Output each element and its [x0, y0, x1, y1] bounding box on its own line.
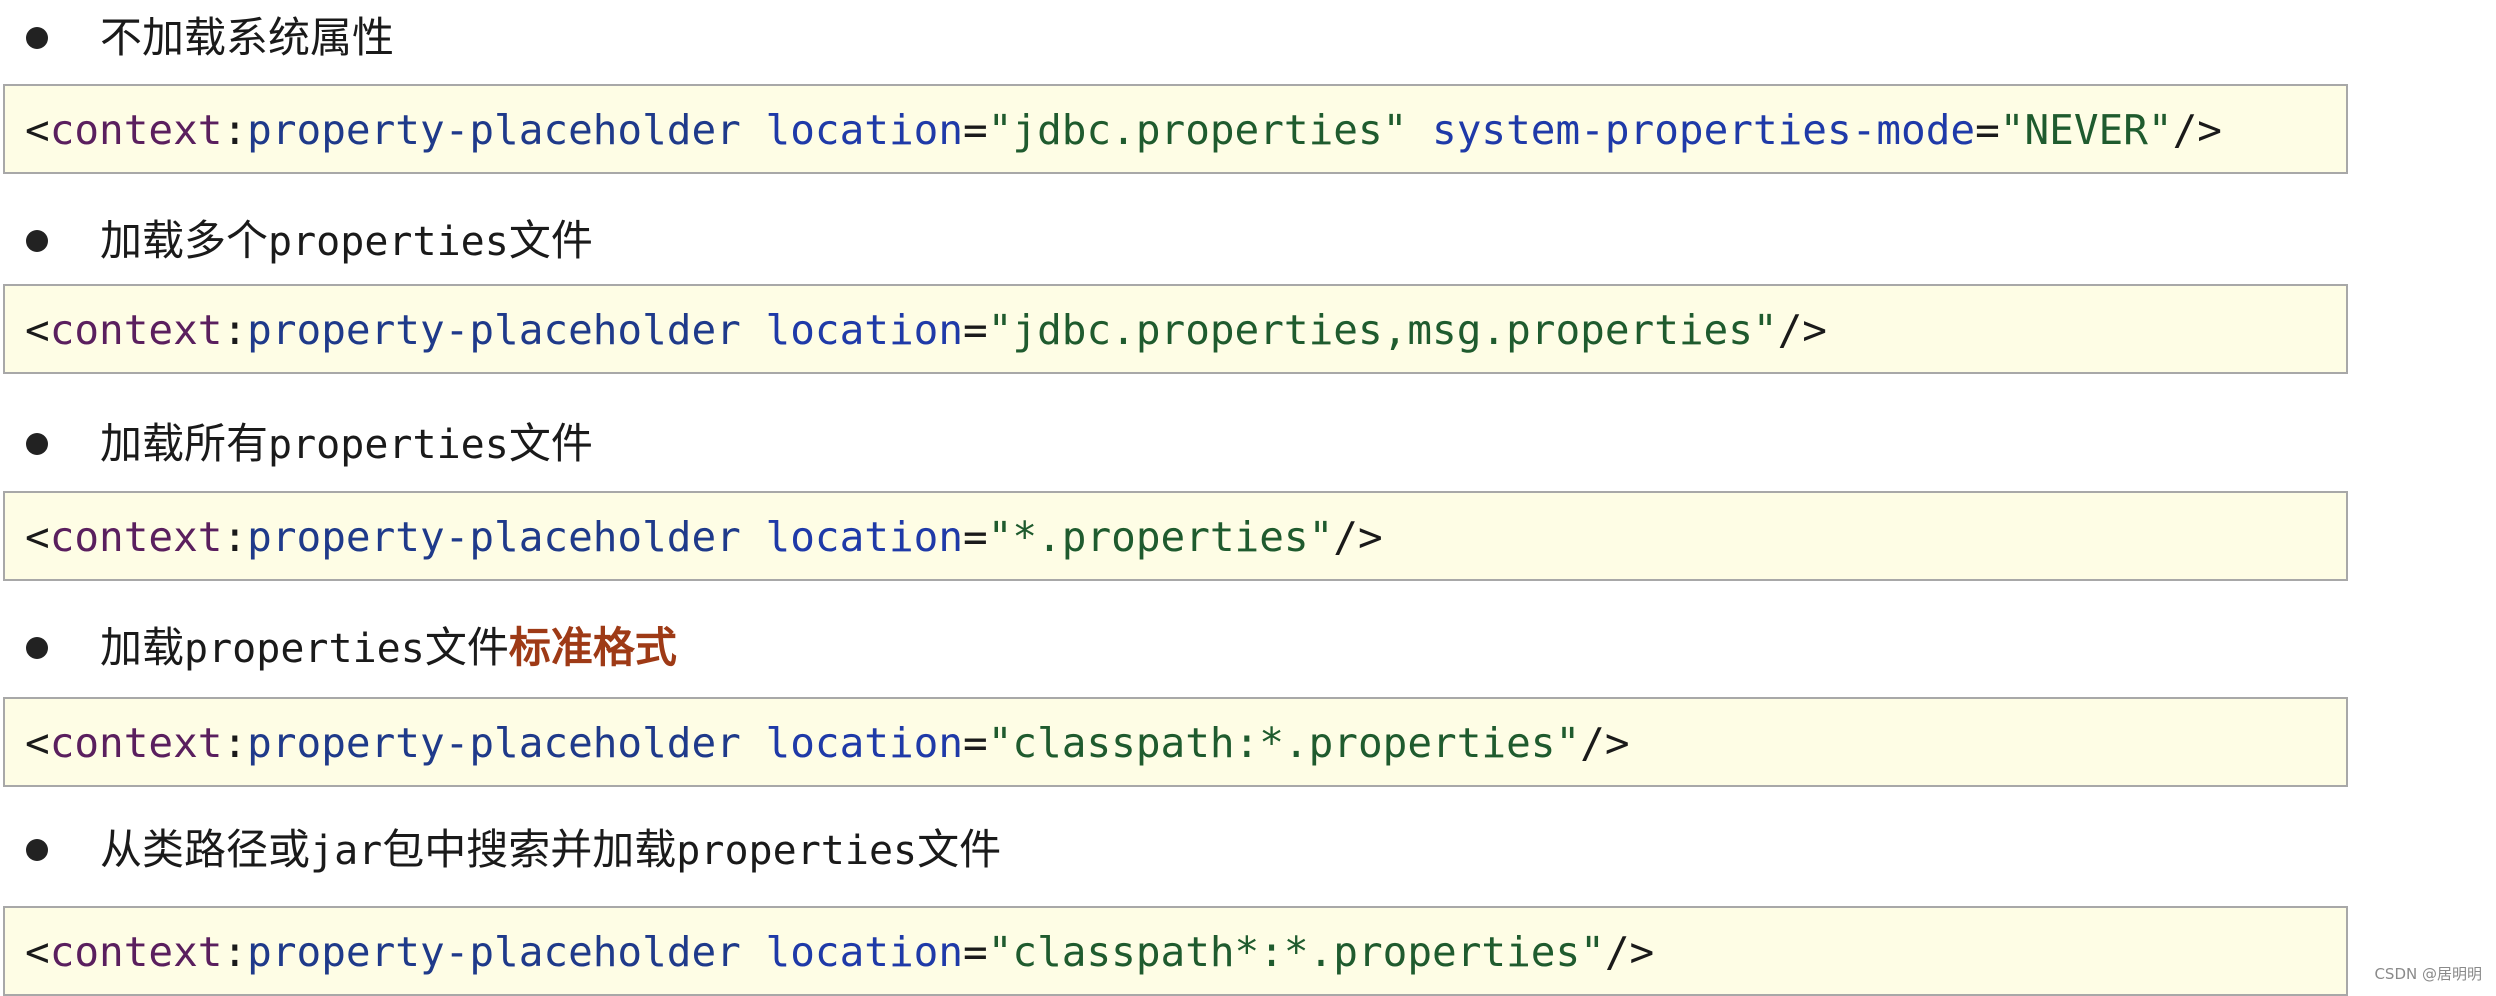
bullet-item-multiple-properties: 加载多个properties文件 [0, 211, 2400, 271]
code-open-bracket: < [25, 513, 50, 561]
bullet-item-no-system-properties: 不加载系统属性 [0, 8, 2400, 68]
bullet-text: 不加载系统属性 [100, 13, 395, 62]
code-line: <context:property-placeholder location="… [25, 493, 1383, 581]
code-equals: = [963, 106, 988, 154]
code-attr-location: location [765, 106, 964, 154]
bullet-text: 加载所有properties文件 [100, 419, 593, 468]
bullet-text: 加载多个properties文件 [100, 216, 593, 265]
code-equals: = [963, 306, 988, 354]
code-block-multiple-properties: <context:property-placeholder location="… [3, 284, 2348, 374]
code-open-bracket: < [25, 928, 50, 976]
code-attr-location: location [765, 928, 964, 976]
bullet-dot-icon [26, 230, 48, 252]
code-line: <context:property-placeholder location="… [25, 86, 2222, 174]
code-attr-location: location [765, 306, 964, 354]
code-block-classpath-and-jar: <context:property-placeholder location="… [3, 906, 2348, 996]
code-line: <context:property-placeholder location="… [25, 699, 1630, 787]
bullet-dot-icon [26, 27, 48, 49]
code-namespace: context [49, 928, 223, 976]
code-equals: = [1975, 106, 2000, 154]
code-colon: : [222, 306, 248, 354]
code-equals: = [963, 928, 988, 976]
code-tag-name: property-placeholder [247, 719, 741, 767]
code-open-bracket: < [25, 306, 50, 354]
code-value-location: "*.properties" [987, 513, 1334, 561]
watermark: CSDN @居明明 [2374, 965, 2482, 983]
code-close-bracket: /> [1580, 719, 1630, 767]
code-attr-system-properties-mode: system-properties-mode [1432, 106, 1976, 154]
code-colon: : [222, 106, 248, 154]
code-namespace: context [49, 106, 223, 154]
code-attr-location: location [765, 719, 964, 767]
code-namespace: context [49, 306, 223, 354]
code-equals: = [963, 513, 988, 561]
code-block-no-system-properties: <context:property-placeholder location="… [3, 84, 2348, 174]
code-value-location: "jdbc.properties" [987, 106, 1408, 154]
bullet-item-all-properties: 加载所有properties文件 [0, 414, 2400, 474]
code-close-bracket: /> [1777, 306, 1827, 354]
code-namespace: context [49, 719, 223, 767]
code-line: <context:property-placeholder location="… [25, 908, 1654, 996]
code-open-bracket: < [25, 106, 50, 154]
code-value-mode: "NEVER" [1999, 106, 2173, 154]
code-equals: = [963, 719, 988, 767]
bullet-dot-icon [26, 637, 48, 659]
bullet-dot-icon [26, 839, 48, 861]
code-block-all-properties: <context:property-placeholder location="… [3, 491, 2348, 581]
code-value-location: "jdbc.properties,msg.properties" [987, 306, 1778, 354]
code-tag-name: property-placeholder [247, 306, 741, 354]
bullet-item-standard-format: 加载properties文件标准格式 [0, 618, 2400, 678]
bullet-text: 从类路径或jar包中搜索并加载properties文件 [100, 825, 1002, 874]
code-colon: : [222, 513, 248, 561]
bullet-dot-icon [26, 433, 48, 455]
bullet-text: 加载properties文件标准格式 [100, 623, 677, 672]
code-block-standard-format: <context:property-placeholder location="… [3, 697, 2348, 787]
code-tag-name: property-placeholder [247, 106, 741, 154]
code-colon: : [222, 928, 248, 976]
code-line: <context:property-placeholder location="… [25, 286, 1827, 374]
code-namespace: context [49, 513, 223, 561]
code-value-location: "classpath:*.properties" [987, 719, 1581, 767]
code-close-bracket: /> [1333, 513, 1383, 561]
code-attr-location: location [765, 513, 964, 561]
code-colon: : [222, 719, 248, 767]
bullet-item-classpath-and-jar: 从类路径或jar包中搜索并加载properties文件 [0, 820, 2400, 880]
code-tag-name: property-placeholder [247, 928, 741, 976]
code-close-bracket: /> [2172, 106, 2222, 154]
code-open-bracket: < [25, 719, 50, 767]
highlight-text: 标准格式 [508, 623, 677, 672]
code-tag-name: property-placeholder [247, 513, 741, 561]
code-close-bracket: /> [1604, 928, 1655, 976]
code-value-location: "classpath*:*.properties" [987, 928, 1605, 976]
